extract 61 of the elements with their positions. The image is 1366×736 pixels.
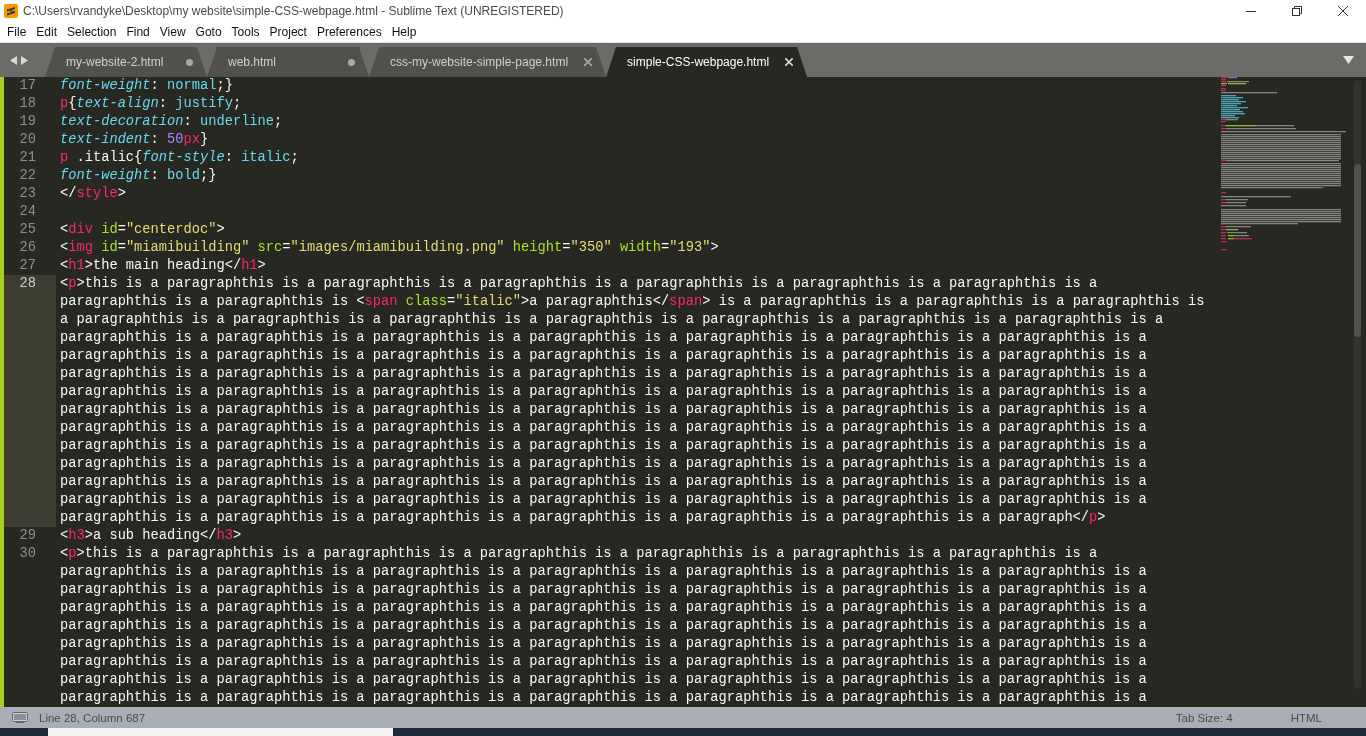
window-title: C:\Users\rvandyke\Desktop\my website\simple-CSS-webpage.html - Sublime Text (UNREGISTERED) [23, 4, 564, 18]
close-icon[interactable] [785, 58, 794, 66]
file-tab[interactable]: my-website-2.html [45, 47, 207, 77]
minimap-drawing[interactable] [1218, 77, 1348, 251]
code-line: <h1>the main heading</h1> [60, 257, 266, 275]
line-number: 29 [19, 528, 36, 543]
code-line: <p>this is a paragraphthis is a paragraphthis is a paragraphthis is a paragraphthis is a paragraphthis is a paragraphthis is a paragraphthis is a paragraphthis is <span class="italic">a paragraphthis</span> is a paragraphthis is a paragraphthis is a paragraphthis is a paragraphthis is a paragraphthis is a paragraphthis is a paragraphthis is a paragraphthis is a paragraphthis is a paragraphthis is a paragraphthis is a paragraphthis is a paragraphthis is a paragraphthis is a paragraphthis is a paragraphthis is a paragraphthis is a paragraphthis is a paragraphthis is a paragraphthis is a paragraphthis is a paragraphthis is a paragraphthis is a paragraphthis is a paragraphthis is a paragraphthis is a paragraphthis is a paragraphthis is a paragraphthis is a paragraphthis is a paragraphthis is a paragraphthis is a paragraphthis is a paragraphthis is a paragraphthis is a paragraphthis is a paragraphthis is a paragraphthis is a paragraphthis is a paragraphthis is a paragraphthis is a paragraphthis is a paragraphthis is a paragraphthis is a paragraphthis is a paragraphthis is a paragraphthis is a paragraphthis is a paragraphthis is a paragraphthis is a paragraphthis is a paragraphthis is a paragraphthis is a paragraphthis is a paragraphthis is a paragraphthis is a paragraphthis is a paragraphthis is a paragraphthis is a paragraphthis is a paragraphthis is a paragraphthis is a paragraphthis is a paragraphthis is a paragraphthis is a paragraphthis is a paragraphthis is a paragraphthis is a paragraphthis is a paragraphthis is a paragraphthis is a paragraphthis is a paragraphthis is a paragraphthis is a paragraphthis is a paragraphthis is a paragraphthis is a paragraphthis is a paragraphthis is a paragraphthis is a paragraphthis is a paragraphthis is a paragraphthis is a paragraphthis is a paragraphthis is a paragraphthis is a paragraph</p> [60, 275, 1205, 527]
code-line: <h3>a sub heading</h3> [60, 527, 242, 545]
close-icon [1338, 6, 1348, 16]
restore-icon [1292, 6, 1302, 16]
menu-item[interactable]: Selection [62, 22, 122, 42]
line-number: 21 [19, 150, 36, 165]
menu-item[interactable]: Help [386, 22, 422, 42]
code-line: p{text-align: justify; [60, 95, 242, 113]
code-line: <p>this is a paragraphthis is a paragraphthis is a paragraphthis is a paragraphthis is a paragraphthis is a paragraphthis is a paragraphthis is a paragraphthis is a paragraphthis is a paragraphthis is a paragraphthis is a paragraphthis is a paragraphthis is a paragraphthis is a paragraphthis is a paragraphthis is a paragraphthis is a paragraphthis is a paragraphthis is a paragraphthis is a paragraphthis is a paragraphthis is a paragraphthis is a paragraphthis is a paragraphthis is a paragraphthis is a paragraphthis is a paragraphthis is a paragraphthis is a paragraphthis is a paragraphthis is a paragraphthis is a paragraphthis is a paragraphthis is a paragraphthis is a paragraphthis is a paragraphthis is a paragraphthis is a paragraphthis is a paragraphthis is a paragraphthis is a paragraphthis is a paragraphthis is a paragraphthis is a paragraphthis is a paragraphthis is a paragraphthis is a paragraphthis is a paragraphthis is a paragraphthis is a paragraphthis is a paragraphthis is a paragraphthis is a paragraphthis is a paragraphthis is a paragraphthis is a paragraphthis is a paragraphthis is a paragraphthis is a paragraphthis is a paragraphthis is a paragraphthis is a [60, 545, 1147, 707]
tab-list-button[interactable] [1343, 56, 1354, 64]
line-number: 17 [19, 78, 36, 93]
minimize-icon [1246, 10, 1256, 12]
code-line: <img id="miamibuilding" src="images/miamibuilding.png" height="350" width="193"> [60, 239, 719, 257]
line-number: 20 [19, 132, 36, 147]
menu-item[interactable]: Goto [190, 22, 227, 42]
file-tab[interactable]: css-my-website-simple-page.html [369, 47, 607, 77]
app-logo-icon [4, 4, 18, 18]
line-number: 26 [19, 240, 36, 255]
menu-item[interactable]: Tools [226, 22, 265, 42]
previous-tab-button[interactable] [10, 55, 17, 65]
scrollbar-thumb[interactable] [1354, 164, 1361, 337]
menu-item[interactable]: File [2, 22, 32, 42]
line-number: 30 [19, 546, 36, 561]
menu-item[interactable]: Preferences [311, 22, 387, 42]
menu-item[interactable]: Project [264, 22, 312, 42]
menu-item[interactable]: Edit [31, 22, 63, 42]
line-number: 19 [19, 114, 36, 129]
file-tab[interactable]: web.html [207, 47, 369, 77]
line-number: 25 [19, 222, 36, 237]
line-number: 18 [19, 96, 36, 111]
code-line: font-weight: normal;} [60, 77, 233, 95]
cursor-position: Line 28, Column 687 [39, 711, 146, 724]
dropdown-caret-icon [1343, 56, 1354, 64]
taskbar-search-field[interactable] [48, 728, 393, 736]
file-tab[interactable]: simple-CSS-webpage.html [606, 47, 808, 77]
code-line: </style> [60, 185, 126, 203]
line-number: 28 [19, 276, 36, 291]
syntax-button[interactable]: HTML [1290, 711, 1322, 724]
console-toggle-button[interactable] [12, 712, 28, 723]
tab-size-button[interactable]: Tab Size: 4 [1175, 711, 1233, 724]
menu-item[interactable]: Find [121, 22, 155, 42]
line-number: 23 [19, 186, 36, 201]
code-line: font-weight: bold;} [60, 167, 217, 185]
line-number: 24 [19, 204, 36, 219]
line-number: 22 [19, 168, 36, 183]
line-number: 27 [19, 258, 36, 273]
code-line: <div id="centerdoc"> [60, 221, 225, 239]
monitor-icon [12, 712, 28, 723]
right-triangle-icon [21, 55, 28, 65]
menu-item[interactable]: View [154, 22, 191, 42]
code-line: text-indent: 50px} [60, 131, 209, 149]
code-line: p .italic{font-style: italic; [60, 149, 299, 167]
code-line: text-decoration: underline; [60, 113, 283, 131]
left-triangle-icon [10, 55, 17, 65]
next-tab-button[interactable] [21, 55, 28, 65]
